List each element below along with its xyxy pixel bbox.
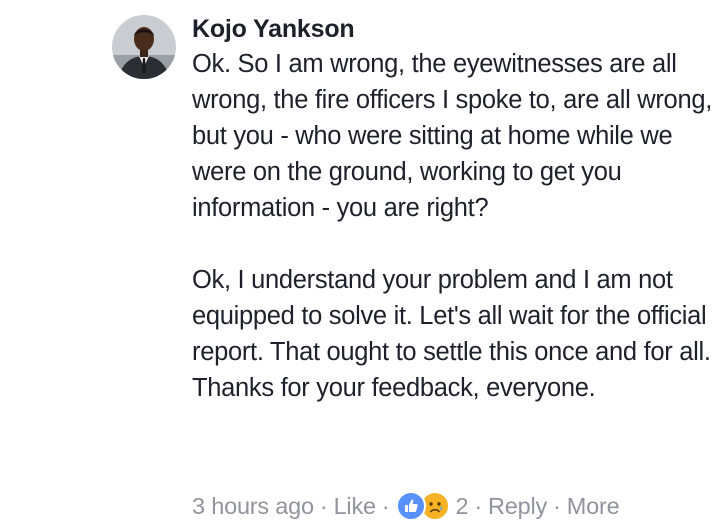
reaction-count: 2	[455, 492, 469, 519]
like-reaction-icon	[395, 491, 426, 521]
reactions-summary[interactable]: 2	[395, 491, 469, 521]
separator: ·	[474, 492, 483, 519]
comment-timestamp[interactable]: 3 hours ago	[192, 493, 314, 520]
comment-body: Kojo Yankson Ok. So I am wrong, the eyew…	[192, 12, 716, 406]
separator: ·	[381, 492, 390, 519]
separator: ·	[319, 492, 328, 519]
more-button[interactable]: More	[567, 493, 620, 520]
separator: ·	[553, 492, 561, 519]
like-button[interactable]: Like	[334, 493, 377, 520]
comment-author[interactable]: Kojo Yankson	[192, 12, 716, 46]
comment-paragraph: Ok. So I am wrong, the eyewitnesses are …	[192, 50, 712, 222]
reply-button[interactable]: Reply	[488, 493, 547, 520]
avatar[interactable]	[112, 15, 176, 79]
comment-paragraph: Ok, I understand your problem and I am n…	[192, 266, 711, 402]
comment-actions: 3 hours ago · Like · 2 · Reply · More	[192, 490, 620, 522]
